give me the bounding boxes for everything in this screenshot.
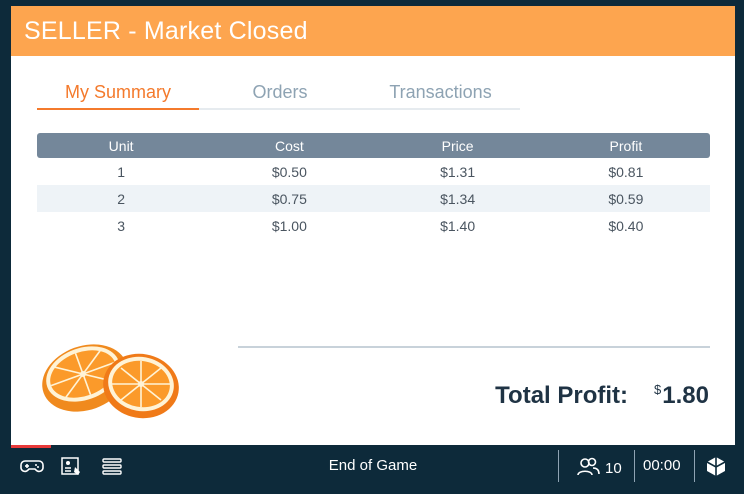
column-header-profit: Profit — [541, 133, 710, 158]
summary-divider — [238, 346, 710, 348]
cell-cost: $0.75 — [205, 185, 374, 212]
summary-table: Unit Cost Price Profit 1 $0.50 $1.31 $0.… — [37, 133, 710, 239]
players-count[interactable]: 10 — [576, 456, 622, 480]
tab-bar: My Summary Orders Transactions — [37, 80, 520, 110]
tab-transactions[interactable]: Transactions — [361, 80, 520, 108]
footer-separator — [694, 450, 695, 482]
cell-profit: $0.81 — [608, 163, 644, 180]
cell-price: $1.34 — [373, 185, 542, 212]
table-row: 3 $1.00 $1.40 $0.40 — [37, 212, 710, 239]
total-profit-label: Total Profit: — [495, 382, 629, 409]
tab-orders[interactable]: Orders — [199, 80, 361, 108]
column-header-price: Price — [373, 133, 542, 158]
footer-bar: End of Game 10 00:00 — [11, 445, 735, 485]
players-count-value: 10 — [605, 459, 622, 477]
cell-cost: $1.00 — [271, 217, 307, 234]
game-clock: 00:00 — [643, 457, 681, 474]
footer-separator — [558, 450, 559, 482]
logo-icon[interactable] — [704, 455, 728, 477]
cell-price: $1.31 — [440, 163, 476, 180]
table-row: 1 $0.50 $1.31 $0.81 — [37, 158, 710, 185]
cell-price: $1.40 — [440, 217, 476, 234]
column-header-unit: Unit — [37, 133, 206, 158]
cell-profit: $0.40 — [608, 217, 644, 234]
tab-my-summary[interactable]: My Summary — [37, 80, 199, 110]
page-title: SELLER - Market Closed — [11, 6, 735, 56]
users-icon — [576, 456, 600, 480]
cell-unit: 1 — [117, 163, 126, 180]
cell-unit: 2 — [37, 185, 206, 212]
table-header-row: Unit Cost Price Profit — [37, 133, 710, 158]
main-card: SELLER - Market Closed My Summary Orders… — [11, 6, 735, 445]
column-header-cost: Cost — [205, 133, 374, 158]
total-profit-currency: $ — [654, 382, 662, 397]
total-profit-value: 1.80 — [662, 382, 709, 409]
progress-track — [11, 445, 735, 448]
footer-separator — [634, 450, 635, 482]
total-profit: Total Profit: $ 1.80 — [495, 378, 709, 410]
game-status: End of Game — [328, 457, 418, 474]
progress-bar — [11, 445, 51, 448]
cell-profit: $0.59 — [541, 185, 710, 212]
orange-halves-image — [42, 344, 179, 419]
cell-unit: 3 — [117, 217, 126, 234]
cell-cost: $0.50 — [271, 163, 307, 180]
table-row: 2 $0.75 $1.34 $0.59 — [37, 185, 710, 212]
